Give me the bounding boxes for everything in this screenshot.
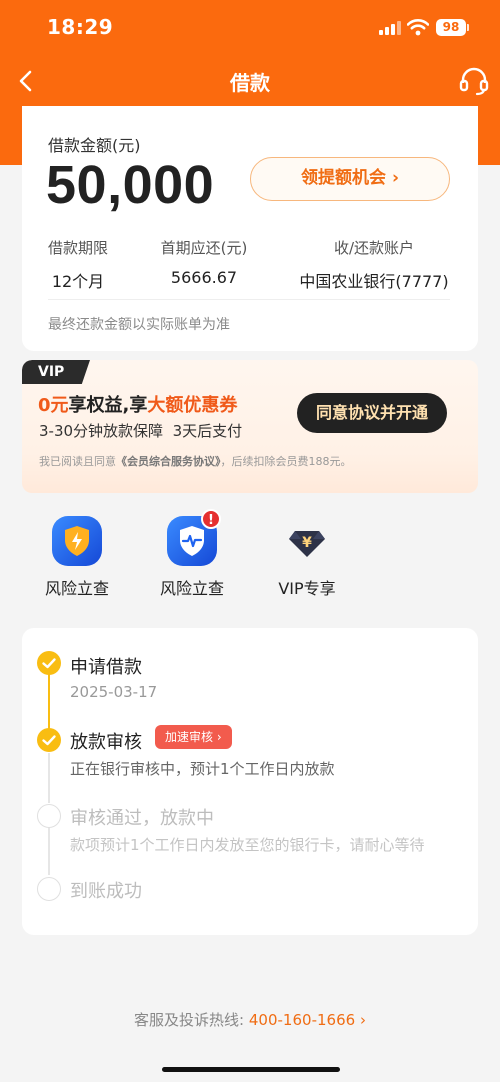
wifi-icon [407,19,429,36]
vip-title: 0元享权益,享大额优惠券 [38,391,237,417]
svg-text:¥: ¥ [302,535,312,551]
loan-term-label: 借款期限 [48,239,109,257]
step-desc: 正在银行审核中，预计1个工作日内放款 [70,760,335,778]
vip-agreement-text: 我已阅读且同意《会员综合服务协议》，后续扣除会员费188元。 [39,453,352,469]
vip-title-prefix: 0元 [38,395,69,416]
first-payment-value: 5666.67 [170,268,238,287]
repayment-account[interactable]: 收/还款账户 中国农业银行(7777) [296,237,452,292]
status-bar: 18:29 98 [0,0,500,56]
hotline-label: 客服及投诉热线: [134,1011,245,1029]
vip-badge: VIP [22,360,90,384]
page-title: 借款 [230,71,270,95]
hotline-number[interactable]: 400-160-1666 [249,1011,355,1029]
service-label: 风险立查 [159,579,224,598]
alert-badge: ! [201,509,221,529]
service-shortcuts: 风险立查 ! 风险立查 ¥ VIP专享 [22,509,478,605]
check-icon [37,651,61,675]
shield-lightning-icon [51,515,103,567]
vip-card: VIP 0元享权益,享大额优惠券 3-30分钟放款保障 3天后支付 同意协议并开… [22,360,478,493]
service-label: VIP专享 [278,579,336,598]
check-icon [37,728,61,752]
loan-amount-label: 借款金额(元) [48,136,141,155]
boost-limit-button[interactable]: 领提额机会 › [250,157,450,201]
battery-icon: 98 [436,19,466,36]
step-desc: 款项预计1个工作日内发放至您的银行卡，请耐心等待 [70,836,425,854]
speed-up-review-tag[interactable]: 加速审核 › [155,725,232,749]
battery-tip [467,24,469,31]
step-title: 申请借款 [70,657,142,678]
service-item[interactable]: 风险立查 [32,515,122,599]
vip-subtitle: 3-30分钟放款保障 3天后支付 [39,422,243,440]
pending-circle-icon [37,877,61,901]
first-payment-label: 首期应还(元) [160,239,248,257]
agreement-suffix: ，后续扣除会员费188元。 [220,455,352,468]
loan-card: 借款金额(元) 50,000 领提额机会 › 借款期限 12个月 首期应还(元)… [22,106,478,351]
progress-card: 申请借款 2025-03-17 放款审核 加速审核 › 正在银行审核中，预计1个… [22,628,478,935]
loan-term-value: 12个月 [51,272,105,291]
step-title: 到账成功 [70,881,142,902]
yen-diamond-icon: ¥ [281,515,333,567]
vip-title-mid: 享权益,享 [68,395,148,416]
repayment-account-label: 收/还款账户 [333,239,415,257]
step-title: 放款审核 [70,732,142,753]
loan-amount: 50,000 [46,155,215,215]
loan-note: 最终还款金额以实际账单为准 [48,317,230,333]
first-payment: 首期应还(元) 5666.67 [158,237,250,287]
agreement-link[interactable]: 《会员综合服务协议》 [116,455,221,468]
agreement-prefix: 我已阅读且同意 [39,455,116,468]
service-item[interactable]: ! 风险立查 [147,509,237,599]
service-label: 风险立查 [44,579,109,598]
agree-and-activate-button[interactable]: 同意协议并开通 [297,393,447,433]
progress-line-pending [48,827,50,875]
signal-icon [379,21,403,35]
headset-icon[interactable] [458,65,490,97]
vip-title-highlight: 大额优惠券 [147,395,238,416]
service-item[interactable]: ¥ VIP专享 [262,515,352,599]
step-desc: 2025-03-17 [70,683,158,701]
divider [48,299,450,300]
repayment-account-value: 中国农业银行(7777) [299,272,449,291]
nav-bar: 借款 [0,56,500,106]
progress-line-pending [48,753,50,803]
pending-circle-icon [37,804,61,828]
status-time: 18:29 [47,15,114,39]
step-title: 审核通过，放款中 [70,808,214,829]
hotline[interactable]: 客服及投诉热线: 400-160-1666 › [0,1009,500,1030]
loan-term: 借款期限 12个月 [48,237,108,292]
home-indicator [162,1067,340,1072]
chevron-right-icon: › [359,1011,366,1029]
shield-pulse-icon: ! [166,509,221,567]
